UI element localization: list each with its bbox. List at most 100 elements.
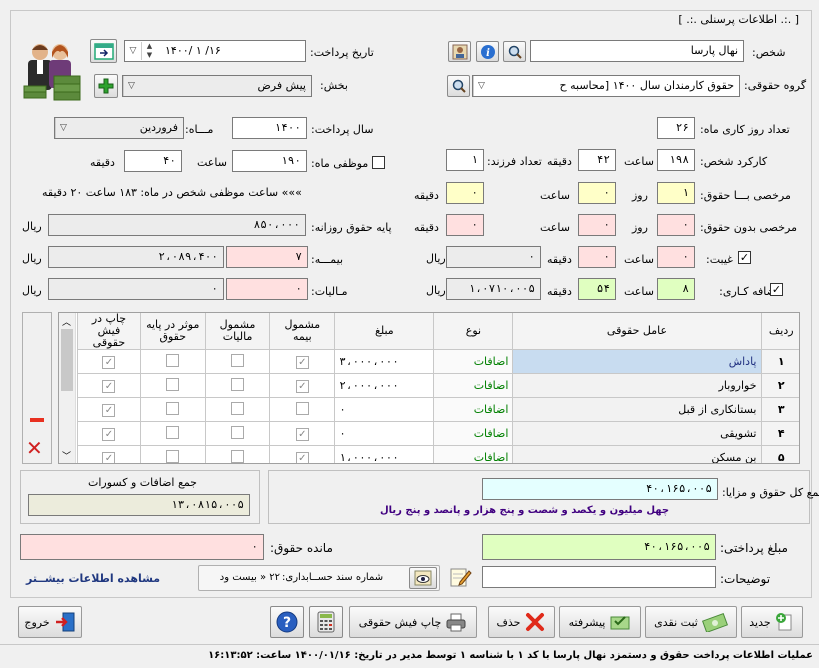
row-tax-checkbox[interactable]	[231, 425, 245, 439]
tax-percent[interactable]: ۰	[226, 278, 308, 300]
row-print-cell[interactable]: ✓	[77, 397, 141, 422]
leave-unpaid-hours[interactable]: ۰	[578, 214, 616, 236]
row-item[interactable]: خواروبار	[512, 373, 762, 398]
overtime-hours[interactable]: ۸	[657, 278, 695, 300]
section-select[interactable]: پیش فرض ▽	[122, 75, 312, 97]
leave-unpaid-minutes[interactable]: ۰	[446, 214, 484, 236]
row-ins-cell[interactable]: ✓	[269, 445, 336, 463]
person-work-minutes[interactable]: ۴۲	[578, 149, 616, 171]
row-print-cell[interactable]: ✓	[77, 373, 141, 398]
col-header-item[interactable]: عامل حقوقی	[512, 313, 762, 350]
table-row[interactable]: ۳ بستانکاری از قبل اضافات ۰ ✓	[77, 397, 799, 422]
row-amount[interactable]: ۲،۰۰۰،۰۰۰	[334, 373, 435, 398]
row-base-cell[interactable]	[139, 421, 206, 446]
row-ins-cell[interactable]	[269, 397, 336, 422]
row-print-checkbox[interactable]: ✓	[102, 451, 116, 463]
leave-unpaid-days[interactable]: ۰	[657, 214, 695, 236]
children-input[interactable]: ۱	[446, 149, 484, 171]
insurance-percent[interactable]: ۷	[226, 246, 308, 268]
table-row[interactable]: ۵ بن مسکن اضافات ۱،۰۰۰،۰۰۰ ✓ ✓	[77, 445, 799, 463]
row-item[interactable]: بستانکاری از قبل	[512, 397, 762, 422]
row-tax-cell[interactable]	[204, 397, 271, 422]
month-duty-hours[interactable]: ۱۹۰	[232, 150, 307, 172]
row-ins-checkbox[interactable]: ✓	[295, 355, 309, 369]
row-ins-cell[interactable]: ✓	[269, 373, 336, 398]
row-type[interactable]: اضافات	[433, 445, 514, 463]
row-index[interactable]: ۲	[760, 373, 799, 398]
row-base-cell[interactable]	[139, 349, 206, 374]
help-button[interactable]: ?	[270, 606, 304, 638]
search-person-button[interactable]	[503, 41, 526, 62]
row-tax-cell[interactable]	[204, 373, 271, 398]
new-button[interactable]: جدید	[741, 606, 803, 638]
absence-checkbox[interactable]: ✓	[738, 251, 751, 264]
leave-paid-minutes[interactable]: ۰	[446, 182, 484, 204]
table-row[interactable]: ۲ خواروبار اضافات ۲،۰۰۰،۰۰۰ ✓ ✓	[77, 373, 799, 398]
row-tax-cell[interactable]	[204, 349, 271, 374]
row-ins-checkbox[interactable]: ✓	[295, 379, 309, 393]
col-header-type[interactable]: نوع	[433, 313, 514, 350]
date-export-button[interactable]	[90, 39, 117, 63]
leave-paid-hours[interactable]: ۰	[578, 182, 616, 204]
col-header-idx[interactable]: ردیف	[760, 313, 799, 350]
row-tax-checkbox[interactable]	[231, 353, 245, 367]
row-print-checkbox[interactable]: ✓	[102, 355, 116, 369]
delete-row-icon[interactable]: ✕	[26, 438, 43, 458]
row-type[interactable]: اضافات	[433, 373, 514, 398]
row-tax-cell[interactable]	[204, 445, 271, 463]
salary-group-dropdown[interactable]: ▽	[473, 76, 489, 96]
row-base-cell[interactable]	[139, 445, 206, 463]
overtime-minutes[interactable]: ۵۴	[578, 278, 616, 300]
col-header-tax[interactable]: مشمول مالیات	[204, 313, 271, 350]
search-group-button[interactable]	[447, 75, 470, 97]
month-work-days-input[interactable]: ۲۶	[657, 117, 695, 139]
row-index[interactable]: ۵	[760, 445, 799, 463]
remove-row-button[interactable]	[30, 418, 44, 422]
row-amount[interactable]: ۰	[334, 397, 435, 422]
row-base-checkbox[interactable]	[166, 353, 180, 367]
col-header-amount[interactable]: مبلغ	[334, 313, 435, 350]
row-type[interactable]: اضافات	[433, 397, 514, 422]
table-row[interactable]: ۴ تشویقی اضافات ۰ ✓ ✓	[77, 421, 799, 446]
row-item[interactable]: بن مسکن	[512, 445, 762, 463]
month-dropdown[interactable]: ▽	[55, 118, 71, 138]
exit-button[interactable]: خروج	[18, 606, 82, 638]
row-tax-checkbox[interactable]	[231, 401, 245, 415]
row-amount[interactable]: ۰	[334, 421, 435, 446]
table-row[interactable]: ۱ پاداش اضافات ۳،۰۰۰،۰۰۰ ✓ ✓	[77, 349, 799, 374]
month-duty-checkbox[interactable]	[372, 156, 385, 169]
row-amount[interactable]: ۱،۰۰۰،۰۰۰	[334, 445, 435, 463]
row-ins-checkbox[interactable]: ✓	[295, 427, 309, 441]
row-print-checkbox[interactable]: ✓	[102, 403, 116, 417]
description-input[interactable]	[482, 566, 716, 588]
row-tax-checkbox[interactable]	[231, 449, 245, 463]
scroll-up-arrow[interactable]: ︿	[62, 315, 71, 328]
grid-scrollbar[interactable]: ︿ ﹀	[59, 313, 76, 463]
row-ins-cell[interactable]: ✓	[269, 421, 336, 446]
row-base-cell[interactable]	[139, 373, 206, 398]
row-index[interactable]: ۱	[760, 349, 799, 374]
row-print-checkbox[interactable]: ✓	[102, 379, 116, 393]
row-index[interactable]: ۴	[760, 421, 799, 446]
row-index[interactable]: ۳	[760, 397, 799, 422]
row-type[interactable]: اضافات	[433, 349, 514, 374]
col-header-print[interactable]: چاپ در فیش حقوقی	[77, 313, 141, 350]
row-base-checkbox[interactable]	[166, 425, 180, 439]
row-base-checkbox[interactable]	[166, 401, 180, 415]
absence-hours[interactable]: ۰	[657, 246, 695, 268]
row-base-checkbox[interactable]	[166, 377, 180, 391]
col-header-base[interactable]: موثر در پایه حقوق	[139, 313, 206, 350]
col-header-ins[interactable]: مشمول بیمه	[269, 313, 336, 350]
row-print-cell[interactable]: ✓	[77, 445, 141, 463]
row-print-cell[interactable]: ✓	[77, 421, 141, 446]
row-print-cell[interactable]: ✓	[77, 349, 141, 374]
month-duty-minutes[interactable]: ۴۰	[124, 150, 182, 172]
row-type[interactable]: اضافات	[433, 421, 514, 446]
print-slip-button[interactable]: چاپ فیش حقوقی	[349, 606, 477, 638]
add-section-button[interactable]	[94, 74, 118, 98]
row-print-checkbox[interactable]: ✓	[102, 427, 116, 441]
advanced-button[interactable]: پیشرفته	[559, 606, 641, 638]
leave-paid-days[interactable]: ۱	[657, 182, 695, 204]
scroll-thumb[interactable]	[61, 329, 73, 391]
scroll-down-arrow[interactable]: ﹀	[62, 449, 71, 462]
